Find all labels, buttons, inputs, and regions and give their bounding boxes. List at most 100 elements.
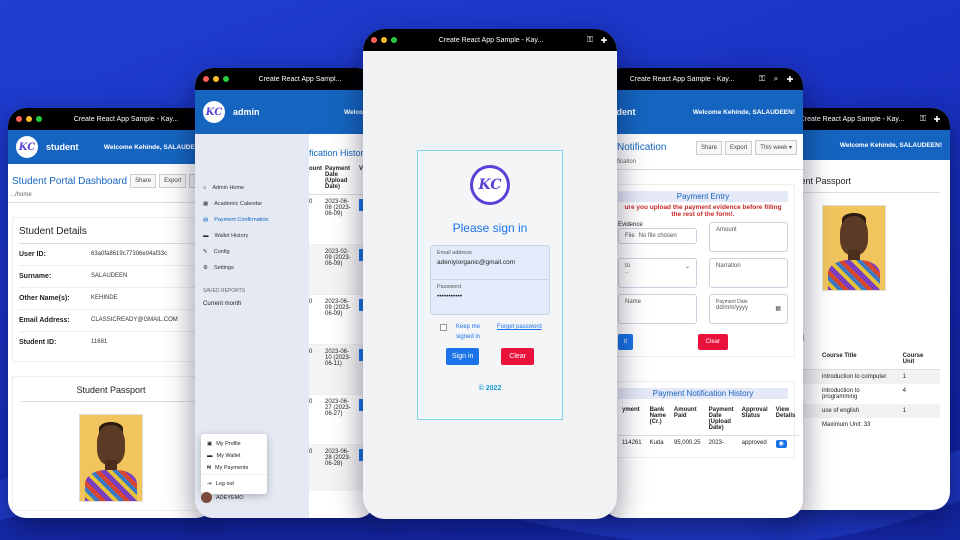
amount-input[interactable]: Amount	[709, 222, 788, 252]
extension-icon: ✚	[933, 114, 941, 124]
evidence-file-input[interactable]: File No file chosen	[618, 228, 697, 244]
detail-label: Surname:	[19, 273, 52, 280]
extension-icon: ✚	[600, 35, 608, 45]
cell: 0	[309, 199, 313, 205]
login-window: Create React App Sample - Kay... ⚿ ✚ KC …	[363, 29, 617, 519]
close-dot-icon[interactable]	[371, 37, 377, 43]
entry-title: Payment Entry	[618, 191, 788, 202]
sidebar-item-settings[interactable]: ⚙ Settings	[195, 260, 309, 276]
calendar-icon: ▦	[775, 306, 781, 312]
student-window: Create React App Sample - Kay... KC stud…	[8, 108, 214, 518]
clear-button[interactable]: Clear	[501, 348, 534, 366]
close-dot-icon[interactable]	[203, 76, 209, 82]
window-title: Create React App Sample - Kay...	[799, 115, 905, 123]
sign-in-button[interactable]: Sign in	[446, 348, 480, 366]
search-icon[interactable]: ⌕	[771, 74, 781, 84]
maximize-dot-icon[interactable]	[391, 37, 397, 43]
narration-label: Narration	[716, 263, 741, 269]
kc-logo-icon[interactable]: KC	[203, 101, 225, 123]
payments-icon: ₦	[207, 465, 211, 471]
bank-select[interactable]: to.. ⌄	[618, 258, 697, 288]
kc-logo-icon[interactable]: KC	[16, 136, 38, 158]
config-icon: ✎	[203, 249, 208, 255]
forgot-password-link[interactable]: Forget password	[497, 323, 542, 333]
password-field[interactable]: Password •••••••••••	[430, 280, 550, 315]
sign-in-heading: Please sign in	[452, 221, 528, 235]
user-menu-dropdown: ▣ My Profile ▬ My Wallet ₦ My Payments ⇥ Log…	[201, 434, 267, 494]
table-row: 114261 Kuda 95,000.25 2023- approved ◉	[618, 436, 799, 452]
date-value: dd/mm/yyyy	[716, 305, 749, 311]
key-icon: ⚿	[919, 114, 927, 123]
student-passport-photo	[822, 205, 886, 291]
col-header: Bank Name (Cr.)	[649, 407, 666, 425]
key-icon: ⚿	[758, 74, 766, 83]
close-dot-icon[interactable]	[16, 116, 22, 122]
passport-title: Student Passport	[21, 385, 201, 402]
login-window-titlebar: Create React App Sample - Kay... ⚿ ✚	[363, 29, 617, 51]
avatar	[201, 492, 212, 503]
sidebar-item-label: Settings	[213, 265, 234, 271]
maximize-dot-icon[interactable]	[223, 76, 229, 82]
student-passport-card: Student Passport	[12, 376, 210, 511]
detail-value: SALAUDEEN	[91, 273, 128, 279]
table-row: 6Maximum Unit: 33	[782, 418, 940, 432]
export-button[interactable]: Export	[159, 174, 187, 188]
wallet-icon: ▬	[203, 233, 209, 239]
amount-label: Amount	[716, 227, 737, 233]
clear-button[interactable]: Clear	[697, 334, 728, 350]
user-account-button[interactable]: ADEYEMO	[201, 492, 244, 503]
minimize-dot-icon[interactable]	[381, 37, 387, 43]
student-details-card: Student Details User ID: 63a0fa8619c77306…	[12, 217, 210, 362]
col-header: Approval Status	[741, 407, 768, 419]
key-icon: ⚿	[586, 35, 594, 44]
email-field[interactable]: Email address adeniyiorganic@gmail.com	[430, 245, 550, 280]
settings-icon: ⚙	[203, 265, 208, 271]
narration-input[interactable]: Narration	[709, 258, 788, 288]
share-button[interactable]: Share	[695, 140, 722, 155]
page-title: Notification	[617, 142, 667, 153]
window-title: Create React App Sample - Kay...	[629, 75, 735, 83]
student-window-titlebar: Create React App Sample - Kay...	[8, 108, 214, 130]
detail-value: 11681	[91, 339, 108, 345]
sidebar-item-wallet-history[interactable]: ▬ Wallet History	[195, 228, 309, 244]
minimize-dot-icon[interactable]	[26, 116, 32, 122]
detail-label: Other Name(s):	[19, 295, 70, 302]
maximize-dot-icon[interactable]	[36, 116, 42, 122]
col-header: Course Title	[822, 353, 857, 359]
calendar-icon: ▦	[203, 201, 209, 207]
cell: 2023-06-28 (2023-06-28)	[325, 449, 351, 467]
cell: 114261	[622, 440, 642, 446]
page-title: Student Portal Dashboard	[12, 175, 128, 187]
view-details-icon[interactable]: ◉	[775, 440, 787, 448]
copyright: © 2022	[478, 385, 502, 393]
name-input[interactable]: Name	[618, 294, 697, 324]
sidebar-item-config[interactable]: ✎ Config	[195, 244, 309, 260]
sidebar-item-admin-home[interactable]: ⌂ Admin Home	[195, 180, 309, 196]
menu-item-my-profile[interactable]: ▣ My Profile	[201, 438, 267, 450]
file-button[interactable]: File	[625, 233, 635, 239]
cell: 2023-06-08 (2023-06-09)	[325, 199, 351, 217]
kc-logo-icon: KC	[470, 165, 510, 205]
menu-item-log-out[interactable]: ⇥ Log out	[201, 475, 267, 490]
sidebar-item-academic-calendar[interactable]: ▦ Academic Calendar	[195, 196, 309, 212]
sidebar-item-payment-confirmation[interactable]: ▤ Payment Confirmation	[195, 212, 309, 228]
share-button[interactable]: Share	[130, 174, 157, 188]
wallet-icon: ▬	[207, 453, 213, 459]
payment-history-card: Payment Notification History yment Bank …	[611, 381, 800, 458]
chevron-down-icon: ▾	[788, 145, 792, 151]
saved-report-current-month[interactable]: Current month	[195, 298, 309, 310]
payment-date-input[interactable]: Payment Date dd/mm/yyyy ▦	[709, 294, 788, 324]
export-button[interactable]: Export	[724, 140, 753, 155]
menu-item-my-wallet[interactable]: ▬ My Wallet	[201, 450, 267, 462]
details-row: Student ID: 11681	[19, 332, 203, 353]
remember-me-checkbox[interactable]	[440, 324, 447, 331]
payment-icon: ▤	[203, 217, 209, 223]
minimize-dot-icon[interactable]	[213, 76, 219, 82]
top-nav-bar: KC admin Welcon	[195, 90, 375, 134]
password-value: •••••••••••	[437, 293, 463, 300]
submit-button[interactable]: it	[618, 334, 633, 350]
registered-courses-title: tered	[782, 333, 940, 349]
range-dropdown[interactable]: This week ▾	[755, 140, 797, 155]
window-title: Create React App Sample - Kay...	[73, 115, 179, 123]
menu-item-my-payments[interactable]: ₦ My Payments	[201, 462, 267, 475]
